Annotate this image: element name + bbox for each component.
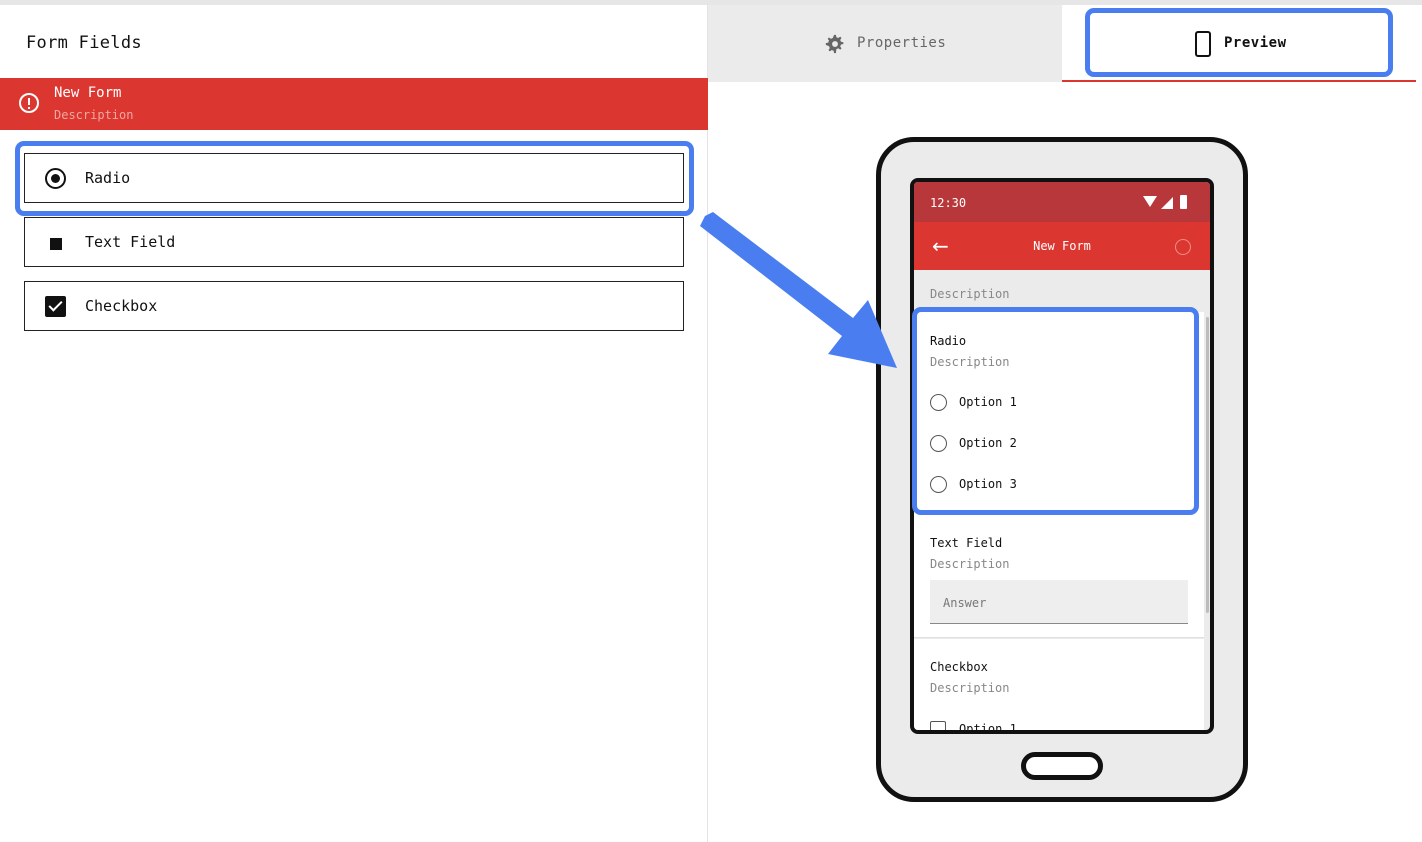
gear-icon [825,34,844,54]
option-label: Option 3 [959,477,1017,491]
tab-label: Preview [1224,35,1287,51]
field-label: Checkbox [85,297,158,315]
radio-unchecked-icon [930,435,947,452]
alert-circle-icon [19,93,39,113]
radio-unchecked-icon [930,476,947,493]
battery-icon [1180,195,1187,209]
status-bar: 12:30 [914,182,1210,222]
field-label: Radio [85,169,131,187]
answer-input[interactable]: Answer [930,580,1188,624]
field-item-radio[interactable]: Radio [24,153,684,203]
phone-icon [1195,31,1211,57]
checkbox-checked-icon [45,296,66,317]
question-title: Text Field [930,536,1003,550]
tab-properties[interactable]: Properties [708,5,1062,82]
phone-screen: 12:30 ← New Form Description Radio Descr… [910,178,1214,734]
app-bar: ← New Form [914,222,1210,270]
answer-placeholder: Answer [943,596,987,610]
radio-selected-icon [45,168,66,189]
form-fields-panel: Form Fields New Form Description Radio T… [0,5,708,842]
form-header[interactable]: New Form Description [0,78,708,130]
option-label: Option 2 [959,436,1017,450]
question-title: Checkbox [930,660,988,674]
checkbox-question-card: Checkbox Description Option 1 [914,639,1204,734]
tab-preview[interactable]: Preview [1062,5,1416,82]
option-label: Option 1 [959,395,1017,409]
field-item-text-field[interactable]: Text Field [24,217,684,267]
square-icon [50,238,62,250]
text-field-question-card: Text Field Description Answer [914,514,1204,638]
radio-question-card: Radio Description Option 1 Option 2 Opti… [914,312,1204,514]
signal-icon [1161,197,1173,209]
question-title: Radio [930,334,967,348]
home-button[interactable] [1021,752,1103,780]
question-description: Description [930,557,1010,571]
form-description: Description [54,108,134,122]
circle-icon[interactable] [1175,239,1191,255]
field-item-checkbox[interactable]: Checkbox [24,281,684,331]
form-name: New Form [54,85,122,101]
scrollbar[interactable] [1206,317,1209,613]
status-time: 12:30 [930,196,967,210]
field-label: Text Field [85,233,176,251]
option-label: Option 1 [959,722,1017,734]
checkbox-unchecked-icon [930,721,946,730]
panel-title: Form Fields [26,33,142,53]
question-description: Description [930,355,1010,369]
app-title: New Form [1033,239,1091,253]
tab-label: Properties [857,35,947,51]
wifi-icon [1143,196,1157,207]
radio-unchecked-icon [930,394,947,411]
question-description: Description [930,681,1010,695]
form-description: Description [930,287,1010,301]
